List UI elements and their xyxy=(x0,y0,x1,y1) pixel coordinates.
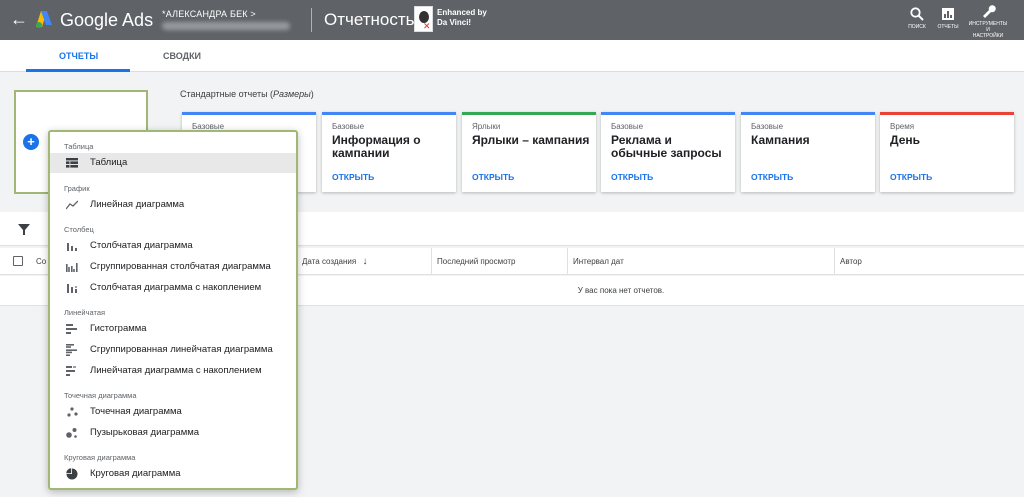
sort-arrow-icon: ↓ xyxy=(362,256,368,267)
open-link[interactable]: ОТКРЫТЬ xyxy=(890,172,932,183)
top-app-bar: ← Google Ads *АЛЕКСАНДРА БЕК > Отчетност… xyxy=(0,0,1024,40)
tab-reports[interactable]: ОТЧЕТЫ xyxy=(59,50,98,62)
menu-item-label: Круговая диаграмма xyxy=(90,468,181,479)
page-title: Отчетность xyxy=(324,10,415,29)
column-divider xyxy=(834,248,835,275)
grouped-bar-chart-icon xyxy=(66,263,78,272)
menu-item-label: Столбчатая диаграмма с накоплением xyxy=(90,282,262,293)
card-title: День xyxy=(890,133,920,147)
menu-group-label: Линейчатая xyxy=(64,308,106,317)
menu-item-label: Таблица xyxy=(90,157,128,168)
active-tab-indicator xyxy=(26,69,130,72)
stacked-horizontal-bar-icon xyxy=(66,366,76,376)
open-link[interactable]: ОТКРЫТЬ xyxy=(751,172,793,183)
grouped-horizontal-bar-icon xyxy=(66,344,77,356)
card-category: Базовые xyxy=(332,122,365,131)
menu-item-label: Сгруппированная линейчатая диаграмма xyxy=(90,344,273,355)
report-card-labels-campaign[interactable]: Ярлыки Ярлыки – кампания ОТКРЫТЬ xyxy=(462,112,596,192)
back-arrow-icon[interactable]: ← xyxy=(10,9,28,29)
plus-icon[interactable]: + xyxy=(23,134,39,150)
card-category: Базовые xyxy=(611,122,644,131)
visualization-type-menu: Таблица Таблица График Линейная диаграмм… xyxy=(48,130,298,490)
open-link[interactable]: ОТКРЫТЬ xyxy=(472,172,514,183)
scatter-chart-icon xyxy=(67,407,78,417)
menu-item-grouped-bar-chart[interactable]: Сгруппированная столбчатая диаграмма xyxy=(50,257,296,277)
report-card-campaign[interactable]: Базовые Кампания ОТКРЫТЬ xyxy=(741,112,875,192)
card-title: Кампания xyxy=(751,133,810,147)
card-category: Базовые xyxy=(751,122,784,131)
column-divider xyxy=(431,248,432,275)
reports-button[interactable]: ОТЧЕТЫ xyxy=(936,6,960,30)
menu-item-grouped-horizontal-bar[interactable]: Сгруппированная линейчатая диаграмма xyxy=(50,340,296,360)
wrench-icon xyxy=(983,5,996,18)
menu-item-line-chart[interactable]: Линейная диаграмма xyxy=(50,195,296,215)
menu-item-histogram[interactable]: Гистограмма xyxy=(50,319,296,339)
card-title: Ярлыки – кампания xyxy=(472,133,590,147)
bubble-chart-icon xyxy=(66,428,77,438)
menu-item-label: Линейная диаграмма xyxy=(90,199,185,210)
card-title: Информация о кампании xyxy=(332,133,421,160)
standard-reports-title: Стандартные отчеты (Размеры) xyxy=(180,89,314,99)
col-created-date[interactable]: Дата создания ↓ xyxy=(302,257,367,267)
col-last-viewed[interactable]: Последний просмотр xyxy=(437,257,516,267)
bar-chart-icon xyxy=(67,243,77,251)
header-divider xyxy=(311,8,312,32)
card-category: Ярлыки xyxy=(472,122,501,131)
menu-item-label: Пузырьковая диаграмма xyxy=(90,427,200,438)
menu-group-label: Точечная диаграмма xyxy=(64,391,137,400)
reports-icon xyxy=(942,8,954,20)
google-ads-logo-icon xyxy=(36,11,52,28)
davinci-avatar-icon: ✕ xyxy=(414,6,433,32)
menu-item-bubble-chart[interactable]: Пузырьковая диаграмма xyxy=(50,423,296,443)
search-button[interactable]: ПОИСК xyxy=(906,6,928,30)
report-card-ads-queries[interactable]: Базовые Реклама и обычные запросы ОТКРЫТ… xyxy=(601,112,735,192)
report-card-day[interactable]: Время День ОТКРЫТЬ xyxy=(880,112,1014,192)
tab-dashboards[interactable]: СВОДКИ xyxy=(163,50,201,62)
horizontal-bar-icon xyxy=(66,324,77,334)
menu-group-label: График xyxy=(64,184,90,193)
tab-bar: ОТЧЕТЫ СВОДКИ xyxy=(0,40,1024,72)
menu-item-label: Точечная диаграмма xyxy=(90,406,182,417)
menu-group-label: Столбец xyxy=(64,225,94,234)
brand-name[interactable]: Google Ads xyxy=(60,9,153,31)
menu-item-label: Гистограмма xyxy=(90,323,147,334)
tools-settings-button[interactable]: ИНСТРУМЕНТЫ И НАСТРОЙКИ xyxy=(968,3,1008,39)
table-icon xyxy=(66,158,78,168)
col-author[interactable]: Автор xyxy=(840,257,862,267)
menu-item-stacked-bar-chart[interactable]: Столбчатая диаграмма с накоплением xyxy=(50,278,296,298)
line-chart-icon xyxy=(66,200,78,210)
menu-item-label: Линейчатая диаграмма с накоплением xyxy=(90,365,262,376)
open-link[interactable]: ОТКРЫТЬ xyxy=(611,172,653,183)
menu-item-pie-chart[interactable]: Круговая диаграмма xyxy=(50,464,296,484)
enhanced-by-label: Enhanced by Da Vinci! xyxy=(437,8,487,27)
account-name[interactable]: *АЛЕКСАНДРА БЕК > xyxy=(162,9,256,20)
open-link[interactable]: ОТКРЫТЬ xyxy=(332,172,374,183)
menu-group-label: Круговая диаграмма xyxy=(64,453,136,462)
menu-item-label: Сгруппированная столбчатая диаграмма xyxy=(90,261,271,272)
account-id-blurred xyxy=(162,22,290,30)
filter-icon[interactable] xyxy=(18,223,30,235)
menu-item-stacked-horizontal-bar[interactable]: Линейчатая диаграмма с накоплением xyxy=(50,361,296,381)
card-title: Реклама и обычные запросы xyxy=(611,133,722,160)
menu-item-label: Столбчатая диаграмма xyxy=(90,240,193,251)
report-card-campaign-info[interactable]: Базовые Информация о кампании ОТКРЫТЬ xyxy=(322,112,456,192)
column-divider xyxy=(567,248,568,275)
menu-item-table[interactable]: Таблица xyxy=(50,153,296,173)
col-date-range[interactable]: Интервал дат xyxy=(573,257,624,267)
col-created-by[interactable]: Со xyxy=(36,257,46,267)
card-category: Время xyxy=(890,122,915,131)
menu-item-bar-chart[interactable]: Столбчатая диаграмма xyxy=(50,236,296,256)
search-icon xyxy=(910,7,924,21)
select-all-checkbox[interactable] xyxy=(13,256,23,266)
pie-chart-icon xyxy=(66,468,78,480)
stacked-bar-chart-icon xyxy=(67,284,77,293)
menu-group-label: Таблица xyxy=(64,142,94,151)
menu-item-scatter-chart[interactable]: Точечная диаграмма xyxy=(50,402,296,422)
